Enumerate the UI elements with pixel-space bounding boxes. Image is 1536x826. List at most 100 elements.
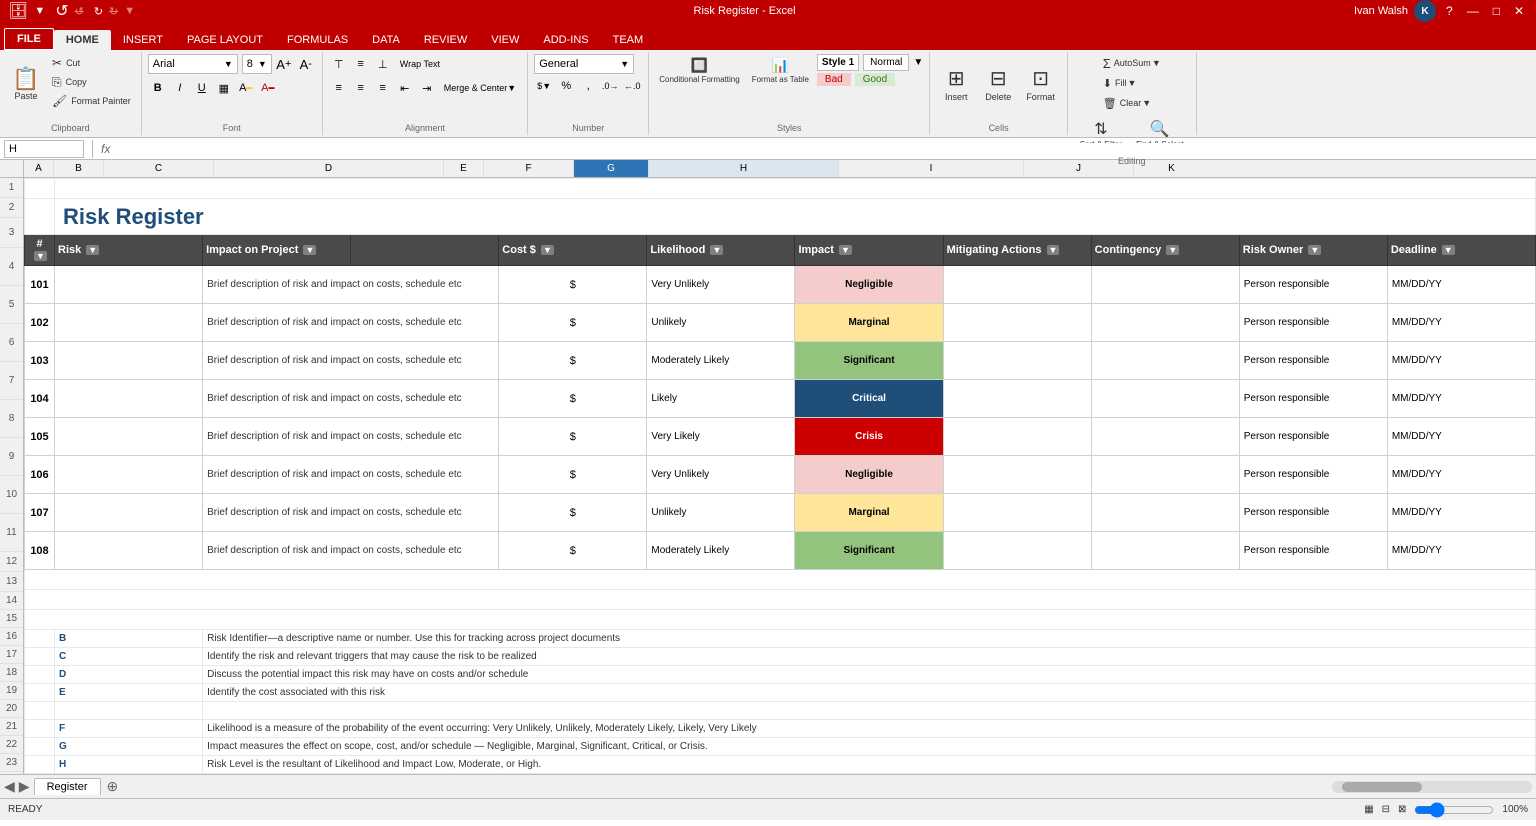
header-description-col[interactable] [351,235,499,266]
cell-impact-6[interactable]: Marginal [795,494,943,532]
legend-empty-1[interactable] [25,648,55,666]
tab-review[interactable]: REVIEW [412,30,479,50]
cell-mitigating-0[interactable] [943,266,1091,304]
font-color-button[interactable]: A▬ [258,78,278,98]
cell-mitigating-3[interactable] [943,380,1091,418]
cell-impact-proj-1[interactable]: Brief description of risk and impact on … [203,304,499,342]
cell-deadline-3[interactable]: MM/DD/YY [1387,380,1535,418]
cell-impact-proj-5[interactable]: Brief description of risk and impact on … [203,456,499,494]
cell-likelihood-7[interactable]: Moderately Likely [647,532,795,570]
decrease-font-button[interactable]: A- [296,54,316,74]
cell-risk-1[interactable] [55,304,203,342]
cell-contingency-4[interactable] [1091,418,1239,456]
cell-impact-proj-2[interactable]: Brief description of risk and impact on … [203,342,499,380]
tab-insert[interactable]: INSERT [111,30,175,50]
comma-button[interactable]: , [578,76,598,96]
cell-cost-0[interactable]: $ [499,266,647,304]
formula-input[interactable] [114,143,1532,155]
cell-deadline-0[interactable]: MM/DD/YY [1387,266,1535,304]
filter-risk[interactable]: ▼ [86,245,99,255]
underline-button[interactable]: U [192,78,212,98]
tab-team[interactable]: TEAM [601,30,656,50]
legend-key-2[interactable]: D [55,666,203,684]
legend-empty-3[interactable] [25,684,55,702]
cell-mitigating-6[interactable] [943,494,1091,532]
fill-button[interactable]: ⬇ Fill ▼ [1099,74,1141,92]
cell-id-5[interactable]: 106 [25,456,55,494]
h-scrollbar[interactable] [124,781,1536,793]
empty-13[interactable] [25,610,1536,630]
cell-owner-7[interactable]: Person responsible [1239,532,1387,570]
header-risk[interactable]: Risk ▼ [55,235,203,266]
scrollbar-thumb[interactable] [1342,782,1422,792]
cell-b1[interactable] [55,179,1536,199]
tab-view[interactable]: VIEW [479,30,531,50]
page-layout-btn[interactable]: ⊟ [1382,804,1390,815]
cell-risk-6[interactable] [55,494,203,532]
cell-owner-1[interactable]: Person responsible [1239,304,1387,342]
legend-desc-5[interactable]: Likelihood is a measure of the probabili… [203,720,1536,738]
cell-impact-proj-0[interactable]: Brief description of risk and impact on … [203,266,499,304]
conditional-formatting-button[interactable]: 🔲 Conditional Formatting [655,55,743,86]
cell-cost-7[interactable]: $ [499,532,647,570]
bold-button[interactable]: B [148,78,168,98]
cell-cost-4[interactable]: $ [499,418,647,456]
normal-style[interactable]: Normal [863,54,909,71]
cell-contingency-1[interactable] [1091,304,1239,342]
minimize-btn[interactable]: — [1463,4,1483,18]
help-btn[interactable]: ? [1442,4,1457,18]
cell-impact-proj-7[interactable]: Brief description of risk and impact on … [203,532,499,570]
scroll-sheets-left[interactable]: ◀ [4,778,15,795]
legend-key-7[interactable]: H [55,756,203,774]
cell-id-0[interactable]: 101 [25,266,55,304]
cell-id-2[interactable]: 103 [25,342,55,380]
cell-a2[interactable] [25,199,55,235]
cell-impact-3[interactable]: Critical [795,380,943,418]
maximize-btn[interactable]: □ [1489,4,1504,18]
zoom-slider[interactable] [1414,804,1494,816]
cell-mitigating-2[interactable] [943,342,1091,380]
add-sheet-button[interactable]: ⊕ [101,776,125,797]
legend-desc-8[interactable]: Specify planned mitigation strategies: P… [203,774,1536,775]
cell-owner-2[interactable]: Person responsible [1239,342,1387,380]
legend-empty-2[interactable] [25,666,55,684]
cell-mitigating-7[interactable] [943,532,1091,570]
cell-risk-3[interactable] [55,380,203,418]
legend-empty-0[interactable] [25,630,55,648]
header-likelihood[interactable]: Likelihood ▼ [647,235,795,266]
cell-owner-5[interactable]: Person responsible [1239,456,1387,494]
cell-id-7[interactable]: 108 [25,532,55,570]
filter-contingency[interactable]: ▼ [1166,245,1179,255]
format-button[interactable]: ⊡ Format [1020,54,1061,114]
cell-mitigating-5[interactable] [943,456,1091,494]
tab-page-layout[interactable]: PAGE LAYOUT [175,30,275,50]
header-owner[interactable]: Risk Owner ▼ [1239,235,1387,266]
legend-desc-7[interactable]: Risk Level is the resultant of Likelihoo… [203,756,1536,774]
col-header-c[interactable]: C [104,160,214,177]
number-format-dropdown[interactable]: General ▼ [534,54,634,74]
italic-button[interactable]: I [170,78,190,98]
dec-decimal-button[interactable]: ←.0 [622,76,642,96]
legend-key-4[interactable] [55,702,203,720]
cell-likelihood-4[interactable]: Very Likely [647,418,795,456]
spreadsheet-title[interactable]: Risk Register [55,199,1536,235]
col-header-j[interactable]: J [1024,160,1134,177]
mid-align-button[interactable]: ≡ [351,54,371,74]
cell-impact-2[interactable]: Significant [795,342,943,380]
empty-12[interactable] [25,590,1536,610]
cell-impact-1[interactable]: Marginal [795,304,943,342]
right-align-button[interactable]: ≡ [373,78,393,98]
cell-mitigating-1[interactable] [943,304,1091,342]
cell-deadline-5[interactable]: MM/DD/YY [1387,456,1535,494]
filter-mitigating[interactable]: ▼ [1047,245,1060,255]
legend-desc-4[interactable] [203,702,1536,720]
cell-cost-2[interactable]: $ [499,342,647,380]
cell-owner-6[interactable]: Person responsible [1239,494,1387,532]
autosum-button[interactable]: Σ AutoSum ▼ [1099,54,1165,72]
cell-impact-proj-6[interactable]: Brief description of risk and impact on … [203,494,499,532]
cell-contingency-7[interactable] [1091,532,1239,570]
tab-addins[interactable]: ADD-INS [531,30,600,50]
format-as-table-button[interactable]: 📊 Format as Table [748,55,813,86]
col-header-e[interactable]: E [444,160,484,177]
cell-impact-0[interactable]: Negligible [795,266,943,304]
